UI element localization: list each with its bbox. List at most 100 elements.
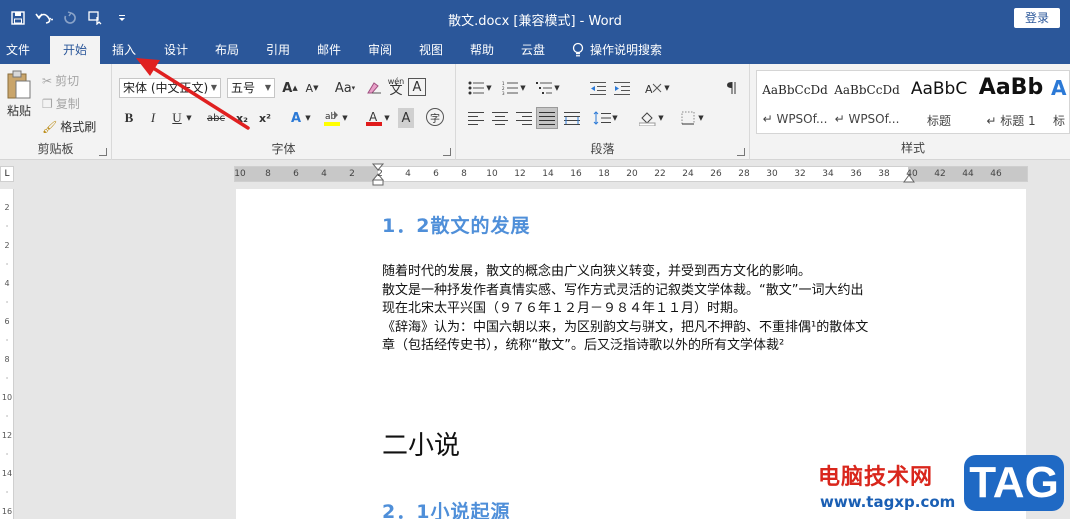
- ruler-tick-label: 30: [766, 169, 778, 179]
- tab-help[interactable]: 帮助: [462, 36, 502, 64]
- vruler-tick-label: ·: [5, 488, 9, 497]
- font-size-dropdown[interactable]: 五号 ▼: [227, 78, 275, 98]
- title-bar: 散文.docx [兼容模式] - Word 登录: [0, 0, 1070, 36]
- chevron-down-icon[interactable]: ▼: [303, 108, 313, 128]
- tell-me-search[interactable]: 操作说明搜索: [572, 36, 662, 64]
- style-heading-1[interactable]: AaBb ↵ 标题 1: [975, 71, 1047, 133]
- align-left-icon[interactable]: [466, 108, 486, 128]
- tab-home[interactable]: 开始: [50, 36, 100, 64]
- ruler-tick-label: 12: [514, 169, 526, 179]
- style-title[interactable]: AaBbC 标题: [903, 71, 975, 133]
- tab-view[interactable]: 视图: [411, 36, 451, 64]
- decrease-indent-icon[interactable]: [588, 78, 608, 98]
- clipboard-paste-icon: [7, 70, 31, 99]
- tab-references[interactable]: 引用: [258, 36, 298, 64]
- chevron-down-icon[interactable]: ▼: [340, 108, 350, 128]
- ruler-tick-label: 2: [377, 169, 383, 179]
- font-name-dropdown[interactable]: 宋体 (中文正文) ▼: [119, 78, 221, 98]
- svg-text:3: 3: [502, 91, 505, 95]
- ruler-tick-label: 42: [934, 169, 946, 179]
- clipboard-launcher-icon[interactable]: [99, 148, 107, 156]
- ruler-tick-label: 10: [234, 169, 246, 179]
- font-color-icon[interactable]: A: [364, 108, 384, 128]
- paragraph-launcher-icon[interactable]: [737, 148, 745, 156]
- watermark-cn: 电脑技术网: [818, 465, 934, 490]
- align-center-icon[interactable]: [490, 108, 510, 128]
- increase-indent-icon[interactable]: [612, 78, 632, 98]
- chevron-down-icon[interactable]: ▼: [696, 108, 706, 128]
- chevron-down-icon[interactable]: ▼: [518, 78, 528, 98]
- enclose-char-button[interactable]: 字: [426, 108, 444, 126]
- horizontal-ruler[interactable]: 10 8 6 4 2 2 4 6 8 10 12 14 16 18 20 22 24 26 28 30 32 34 36 38…: [234, 163, 1028, 186]
- style-wpsoffice-1[interactable]: AaBbCcDd ↵ WPSOf...: [759, 71, 831, 133]
- copy-button[interactable]: ❐ 复制: [42, 95, 80, 112]
- tab-layout[interactable]: 布局: [207, 36, 247, 64]
- line-spacing-icon[interactable]: [592, 108, 612, 128]
- superscript-button[interactable]: x²: [255, 108, 275, 128]
- paragraph-line: 《辞海》认为：中国六朝以来，为区别韵文与骈文，把凡不押韵、不重排偶¹的散体文: [382, 319, 869, 335]
- bold-button[interactable]: B: [119, 108, 139, 128]
- tab-file[interactable]: 文件: [0, 36, 36, 64]
- vruler-tick-label: ·: [5, 222, 9, 231]
- numbering-icon[interactable]: 123: [500, 78, 520, 98]
- shrink-font-icon[interactable]: A ▼: [302, 78, 322, 98]
- chevron-down-icon[interactable]: ▼: [662, 78, 672, 98]
- ruler-tick-label: 8: [461, 169, 467, 179]
- chevron-down-icon[interactable]: ▼: [382, 108, 392, 128]
- style-heading-partial[interactable]: A 标: [1047, 71, 1069, 133]
- paragraph-group: ▼ 123 ▼ ▼ A ▼ ▼ ▼ ▼ 段落: [456, 64, 750, 160]
- change-case-label: Aa: [334, 80, 352, 96]
- tab-insert[interactable]: 插入: [104, 36, 144, 64]
- char-border-button[interactable]: A: [408, 78, 426, 96]
- style-wpsoffice-2[interactable]: AaBbCcDd ↵ WPSOf...: [831, 71, 903, 133]
- tab-cloud[interactable]: 云盘: [513, 36, 553, 64]
- shading-icon[interactable]: [638, 108, 658, 128]
- align-right-icon[interactable]: [514, 108, 534, 128]
- vruler-tick-label: ·: [5, 450, 9, 459]
- tab-review[interactable]: 审阅: [360, 36, 400, 64]
- phonetic-guide-button[interactable]: wén 文: [386, 76, 406, 97]
- chinese-layout-icon[interactable]: A: [644, 78, 664, 98]
- tab-mailings[interactable]: 邮件: [309, 36, 349, 64]
- cut-button[interactable]: ✂ 剪切: [42, 72, 79, 89]
- char-shading-icon[interactable]: A: [398, 108, 414, 128]
- change-case-button[interactable]: Aa ▾: [332, 78, 358, 98]
- grow-font-icon[interactable]: A ▲: [280, 78, 300, 98]
- tab-selector-icon[interactable]: L: [0, 166, 14, 182]
- vruler-tick-label: ·: [5, 374, 9, 383]
- highlight-icon[interactable]: ab: [322, 108, 342, 128]
- chevron-down-icon[interactable]: ▼: [552, 78, 562, 98]
- subscript-button[interactable]: x₂: [232, 108, 252, 128]
- paragraph-line: 随着时代的发展，散文的概念由广义向狭义转变，并受到西方文化的影响。: [382, 264, 812, 279]
- chevron-down-icon[interactable]: ▼: [484, 78, 494, 98]
- login-button[interactable]: 登录: [1014, 8, 1060, 28]
- style-preview: AaBbCcDd: [834, 83, 900, 97]
- heading-2-1: 2．1小说起源: [382, 501, 511, 519]
- multilevel-list-icon[interactable]: [534, 78, 554, 98]
- distributed-icon[interactable]: [562, 108, 582, 128]
- tab-design[interactable]: 设计: [156, 36, 196, 64]
- format-painter-button[interactable]: 🖌 格式刷: [42, 118, 96, 135]
- strikethrough-button[interactable]: abc: [204, 108, 228, 128]
- ruler-tick-label: 18: [598, 169, 610, 179]
- lightbulb-icon: [572, 42, 584, 57]
- font-launcher-icon[interactable]: [443, 148, 451, 156]
- paste-label: 粘贴: [6, 104, 31, 118]
- paragraph-marks-icon[interactable]: [722, 78, 742, 98]
- chevron-down-icon[interactable]: ▼: [184, 108, 194, 128]
- vruler-tick-label: ·: [5, 412, 9, 421]
- ruler-tick-label: 24: [682, 169, 694, 179]
- paragraph-line: 散文是一种抒发作者真情实感、写作方式灵活的记叙类文学体裁。“散文”一词大约出: [382, 282, 864, 298]
- bullets-icon[interactable]: [466, 78, 486, 98]
- vertical-ruler[interactable]: 2 · 2 · 4 · 6 · 8 · 10 · 12 · 14 · 16: [0, 189, 14, 519]
- italic-button[interactable]: I: [143, 108, 163, 128]
- chevron-down-icon[interactable]: ▼: [656, 108, 666, 128]
- paste-button[interactable]: 粘贴: [4, 70, 34, 119]
- chevron-down-icon[interactable]: ▼: [610, 108, 620, 128]
- clear-format-icon[interactable]: [364, 78, 384, 98]
- ruler-tick-label: 38: [878, 169, 890, 179]
- ruler-tick-label: 28: [738, 169, 750, 179]
- justify-icon[interactable]: [536, 107, 558, 129]
- borders-icon[interactable]: [678, 108, 698, 128]
- chevron-down-icon: ▼: [264, 83, 271, 92]
